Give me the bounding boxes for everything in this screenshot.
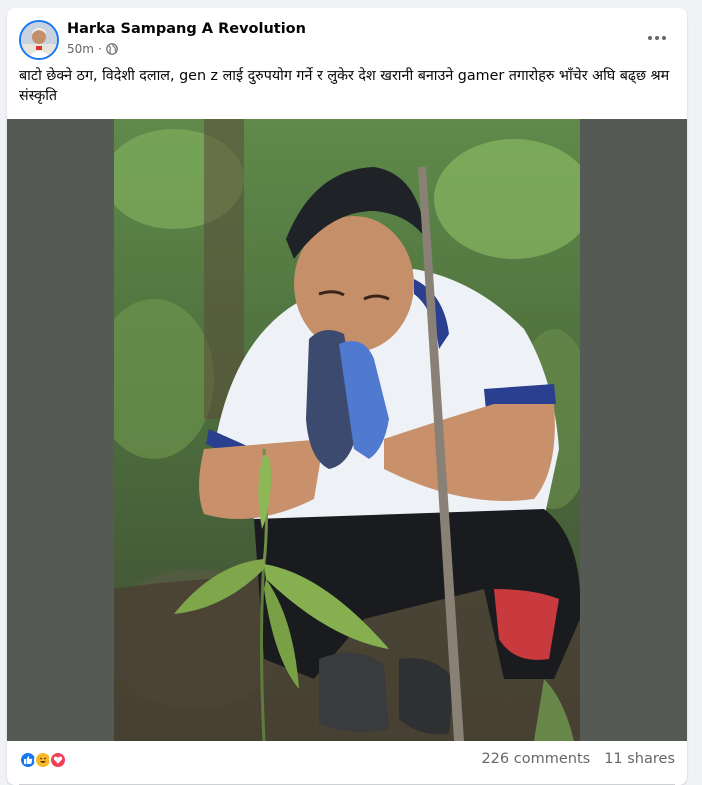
author-avatar[interactable] <box>19 20 59 60</box>
more-dot <box>648 36 652 40</box>
post-photo-container[interactable] <box>7 119 687 741</box>
meta-separator: · <box>97 42 102 56</box>
love-icon <box>49 751 67 769</box>
post-caption: बाटो छेक्ने ठग, विदेशी दलाल, gen z लाई द… <box>19 68 670 104</box>
post-photo[interactable] <box>114 119 580 741</box>
more-dot <box>655 36 659 40</box>
globe-icon <box>105 43 118 55</box>
post-meta: 50m · <box>67 42 118 56</box>
comments-count[interactable]: 226 comments <box>481 751 590 767</box>
post-header: Harka Sampang A Revolution 50m · <box>7 8 687 68</box>
author-name[interactable]: Harka Sampang A Revolution <box>67 21 306 37</box>
post-time[interactable]: 50m <box>67 42 94 56</box>
more-options-button[interactable] <box>639 26 675 50</box>
post-stats: 226 comments 11 shares <box>481 751 675 767</box>
post-footer: 226 comments 11 shares <box>7 741 687 785</box>
shares-count[interactable]: 11 shares <box>604 751 675 767</box>
post-card: Harka Sampang A Revolution 50m · बाटो छे… <box>7 8 687 785</box>
more-dot <box>662 36 666 40</box>
reactions-summary[interactable] <box>19 751 67 769</box>
